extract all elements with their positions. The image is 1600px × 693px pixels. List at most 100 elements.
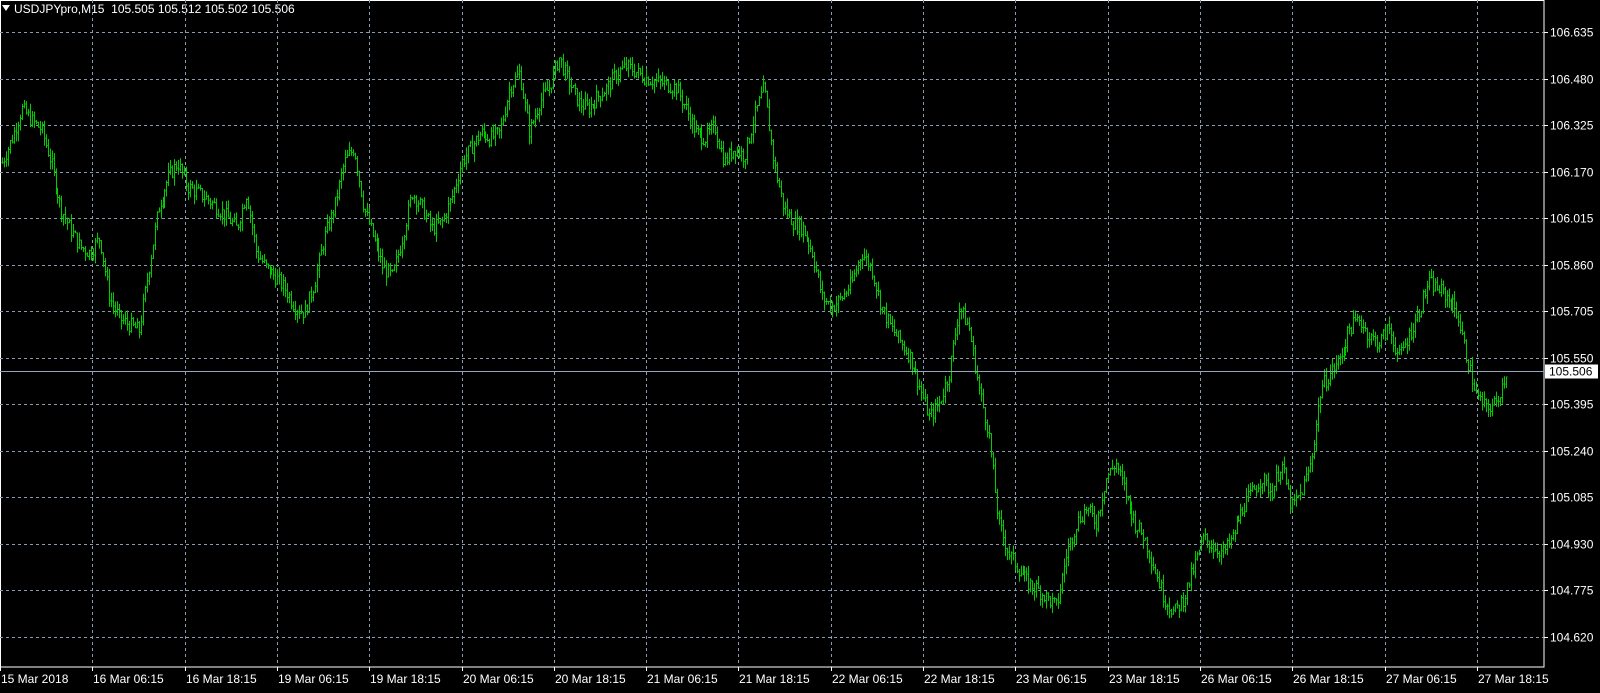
ohlc-bar [1210, 539, 1213, 553]
ohlc-bar [1188, 582, 1191, 588]
ohlc-bar [1366, 327, 1369, 349]
ohlc-bar [500, 117, 503, 139]
ohlc-bar [546, 80, 549, 91]
ohlc-bar [41, 121, 44, 134]
ohlc-bar [506, 99, 509, 118]
ohlc-bar [1012, 545, 1015, 561]
price-chart[interactable]: 105.506 106.635106.480106.325106.170106.… [0, 0, 1600, 693]
ohlc-bar [1212, 539, 1215, 559]
ohlc-bar [752, 116, 755, 144]
ohlc-bar [1410, 322, 1413, 341]
ohlc-bar [1016, 562, 1019, 574]
ohlc-bar [1331, 358, 1334, 380]
ohlc-bar [421, 198, 424, 209]
ohlc-bar [171, 165, 174, 179]
ohlc-bar [265, 259, 268, 269]
ohlc-bar [324, 226, 327, 257]
ohlc-bar [1234, 529, 1237, 542]
ohlc-bar [124, 311, 127, 325]
ohlc-bar [1259, 478, 1262, 498]
ohlc-bar [148, 271, 151, 286]
ohlc-bar [542, 82, 545, 109]
ohlc-bar [21, 103, 24, 120]
ohlc-bar [142, 293, 145, 326]
ohlc-bar [770, 129, 773, 146]
ohlc-bar [1154, 563, 1157, 575]
ohlc-bar [544, 82, 547, 93]
ohlc-bar [189, 179, 192, 198]
ohlc-bar [346, 149, 349, 158]
ohlc-bar [360, 180, 363, 198]
ohlc-bar [907, 347, 910, 364]
ohlc-bar [15, 122, 18, 142]
ohlc-bar [675, 82, 678, 101]
ohlc-bar [728, 147, 731, 165]
time-axis: 15 Mar 2018 16 Mar 06:15 16 Mar 18:15 19 Ma… [0, 667, 1549, 686]
ohlc-bar [895, 328, 898, 337]
ohlc-bar [825, 298, 828, 305]
ohlc-bar [635, 71, 638, 78]
ohlc-bar [1257, 483, 1260, 493]
ohlc-bar [1350, 326, 1353, 337]
ohlc-bar [871, 258, 874, 280]
ohlc-bar [956, 318, 959, 341]
ohlc-bar [1119, 465, 1122, 477]
ohlc-bar [1075, 528, 1078, 544]
ohlc-bar [364, 208, 367, 217]
ohlc-bar [920, 381, 923, 401]
ohlc-bar [1309, 455, 1312, 473]
ohlc-bar [554, 60, 557, 80]
ohlc-bar [708, 122, 711, 135]
ohlc-bar [1245, 487, 1248, 513]
ohlc-bar [1265, 474, 1268, 487]
ohlc-bar [1065, 549, 1068, 575]
ohlc-bar [249, 205, 252, 224]
ohlc-bar [597, 90, 600, 102]
ohlc-bar [290, 290, 293, 310]
ohlc-bar [1390, 323, 1393, 345]
ohlc-bar [457, 173, 460, 194]
ohlc-bar [405, 222, 408, 241]
ohlc-bar [1384, 324, 1387, 341]
ohlc-bar [51, 150, 54, 170]
ohlc-bar [1222, 541, 1225, 558]
ohlc-bar [43, 120, 46, 146]
ohlc-bar [167, 162, 170, 186]
y-tick-label: 105.550 [1550, 352, 1594, 366]
y-tick-label: 104.930 [1550, 538, 1594, 552]
ohlc-bar [1132, 510, 1135, 524]
ohlc-bar [1269, 482, 1272, 502]
ohlc-bar [231, 217, 234, 227]
ohlc-bar [1277, 465, 1280, 482]
ohlc-bar [1394, 336, 1397, 356]
ohlc-bar [730, 141, 733, 162]
ohlc-bar [1071, 537, 1074, 551]
ohlc-bar [1465, 339, 1468, 363]
ohlc-bar [1014, 552, 1017, 571]
ohlc-bar [197, 183, 200, 189]
ohlc-bar [1305, 466, 1308, 483]
ohlc-bar [512, 84, 515, 98]
ohlc-bar [356, 155, 359, 177]
ohlc-bar [1503, 376, 1506, 389]
ohlc-bar [873, 275, 876, 287]
ohlc-bar [150, 254, 153, 278]
ohlc-bar [233, 213, 236, 223]
ohlc-bar [782, 192, 785, 217]
ohlc-bar [3, 157, 6, 168]
ohlc-bar [679, 81, 682, 102]
ohlc-bar [1370, 333, 1373, 345]
ohlc-bar [962, 306, 965, 319]
ohlc-bar [17, 121, 20, 142]
ohlc-bar [278, 267, 281, 285]
ohlc-bar [1063, 558, 1066, 583]
ohlc-bar [211, 200, 214, 210]
ohlc-bar [479, 131, 482, 141]
x-tick-label: 21 Mar 06:15 [647, 672, 718, 686]
ohlc-bar [677, 79, 680, 94]
ohlc-bar [1091, 502, 1094, 517]
ohlc-bar [344, 149, 347, 173]
ohlc-bar [615, 69, 618, 85]
ohlc-bar [766, 90, 769, 108]
ohlc-bar [241, 203, 244, 232]
